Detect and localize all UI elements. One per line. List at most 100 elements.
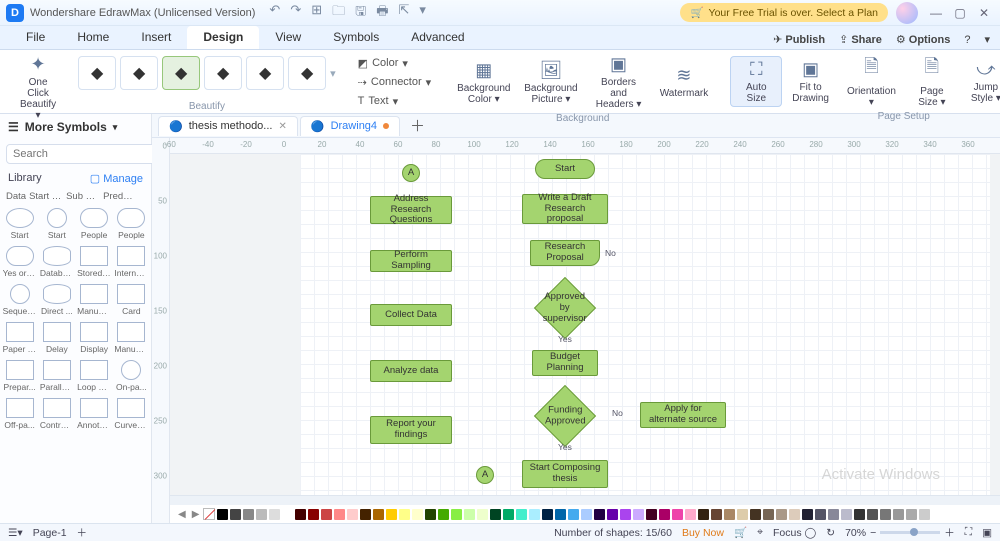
color-swatch[interactable] — [321, 509, 332, 520]
color-swatch[interactable] — [633, 509, 644, 520]
color-swatch[interactable] — [672, 509, 683, 520]
auto-size-button[interactable]: ⛶AutoSize — [730, 56, 782, 107]
shape-item[interactable]: Annota... — [77, 396, 112, 432]
color-swatch[interactable] — [347, 509, 358, 520]
refresh-icon[interactable]: ↻ — [826, 527, 835, 539]
color-swatch[interactable] — [724, 509, 735, 520]
menu-insert[interactable]: Insert — [125, 26, 187, 49]
theme-1[interactable]: ◆ — [78, 56, 116, 90]
publish-link[interactable]: ✈ Publish — [773, 33, 825, 46]
color-swatch[interactable] — [711, 509, 722, 520]
page-size-button[interactable]: 🗎PageSize ▾ — [906, 52, 958, 110]
fit-drawing-button[interactable]: ▣Fit toDrawing — [784, 57, 837, 106]
cat-subpro[interactable]: Sub Pro... — [66, 191, 100, 202]
menu-symbols[interactable]: Symbols — [317, 26, 395, 49]
export-icon[interactable]: ⇱ — [399, 2, 410, 24]
connector-button[interactable]: ⇢ Connector ▾ — [354, 74, 436, 91]
node-write-draft[interactable]: Write a Draft Research proposal — [522, 194, 608, 224]
redo-icon[interactable]: ↷ — [290, 2, 301, 24]
color-swatch[interactable] — [659, 509, 670, 520]
zoom-in-button[interactable]: ＋ — [944, 525, 955, 540]
color-swatch[interactable] — [880, 509, 891, 520]
cat-data[interactable]: Data — [6, 191, 26, 202]
color-swatch[interactable] — [607, 509, 618, 520]
horizontal-scrollbar[interactable] — [170, 495, 1000, 505]
color-swatch[interactable] — [256, 509, 267, 520]
color-swatch[interactable] — [295, 509, 306, 520]
color-swatch[interactable] — [646, 509, 657, 520]
color-swatch[interactable] — [815, 509, 826, 520]
node-alternate-source[interactable]: Apply for alternate source — [640, 402, 726, 428]
shape-item[interactable]: People — [77, 206, 112, 242]
shape-item[interactable]: Start — [39, 206, 74, 242]
add-page-button[interactable]: ＋ — [77, 525, 88, 540]
shape-item[interactable]: Database — [39, 244, 74, 280]
color-swatch[interactable] — [386, 509, 397, 520]
tab-drawing4[interactable]: 🔵 Drawing4 — [300, 116, 400, 136]
buy-now-link[interactable]: Buy Now — [682, 527, 724, 539]
shape-item[interactable]: On-pa... — [114, 358, 149, 394]
shape-item[interactable]: Prepar... — [2, 358, 37, 394]
color-swatch[interactable] — [737, 509, 748, 520]
node-connector-a-bottom[interactable]: A — [476, 466, 494, 484]
save-icon[interactable]: 🖫 — [355, 2, 366, 24]
color-swatch[interactable] — [516, 509, 527, 520]
share-link[interactable]: ⇪ Share — [839, 33, 882, 46]
close-button[interactable]: ✕ — [974, 6, 994, 20]
more-icon[interactable]: ▾ — [419, 2, 426, 24]
collapse-ribbon-icon[interactable]: ▾ — [984, 33, 990, 46]
node-compose-thesis[interactable]: Start Composing thesis — [522, 460, 608, 488]
menu-view[interactable]: View — [259, 26, 317, 49]
node-start[interactable]: Start — [535, 159, 595, 179]
color-swatch[interactable] — [776, 509, 787, 520]
color-swatch[interactable] — [477, 509, 488, 520]
color-swatch[interactable] — [802, 509, 813, 520]
background-picture-button[interactable]: 🖼BackgroundPicture ▾ — [518, 58, 583, 107]
print-icon[interactable]: 🖶 — [376, 2, 388, 24]
color-swatch[interactable] — [542, 509, 553, 520]
orientation-button[interactable]: 🗎Orientation▾ — [839, 52, 904, 110]
pages-menu-icon[interactable]: ☰▾ — [8, 527, 23, 539]
shape-item[interactable]: Display — [77, 320, 112, 356]
undo-icon[interactable]: ↶ — [269, 2, 280, 24]
color-button[interactable]: ◩ Color ▾ — [354, 55, 436, 72]
text-button[interactable]: T Text ▾ — [354, 93, 436, 110]
node-connector-a-top[interactable]: A — [402, 164, 420, 182]
color-swatch[interactable] — [217, 509, 228, 520]
zoom-out-button[interactable]: − — [870, 527, 876, 539]
shape-item[interactable]: Yes or No — [2, 244, 37, 280]
node-research-proposal[interactable]: Research Proposal — [530, 240, 600, 266]
menu-design[interactable]: Design — [187, 26, 259, 49]
node-decision-supervisor[interactable]: Approved by supervisor — [534, 277, 596, 339]
color-swatch[interactable] — [334, 509, 345, 520]
cat-predef[interactable]: Predefi... — [103, 191, 137, 202]
close-icon[interactable]: ✕ — [278, 121, 286, 132]
shape-item[interactable]: Start — [2, 206, 37, 242]
color-swatch[interactable] — [789, 509, 800, 520]
borders-headers-button[interactable]: ▣Borders andHeaders ▾ — [585, 52, 651, 112]
avatar[interactable] — [896, 2, 918, 24]
cart-icon[interactable]: 🛒 — [734, 526, 747, 539]
color-swatch[interactable] — [373, 509, 384, 520]
color-swatch[interactable] — [750, 509, 761, 520]
fit-page-icon[interactable]: ⛶ — [965, 526, 972, 539]
shape-item[interactable]: People — [114, 206, 149, 242]
shape-item[interactable]: Loop Li... — [77, 358, 112, 394]
options-link[interactable]: ⚙ Options — [896, 33, 950, 46]
node-address-questions[interactable]: Address Research Questions — [370, 196, 452, 224]
color-swatch[interactable] — [841, 509, 852, 520]
shape-item[interactable]: Delay — [39, 320, 74, 356]
theme-3[interactable]: ◆ — [162, 56, 200, 90]
shape-item[interactable]: Parallel... — [39, 358, 74, 394]
maximize-button[interactable]: ▢ — [950, 6, 970, 20]
color-swatch[interactable] — [854, 509, 865, 520]
tab-thesis[interactable]: 🔵 thesis methodo... ✕ — [158, 116, 298, 136]
color-swatch[interactable] — [243, 509, 254, 520]
menu-home[interactable]: Home — [61, 26, 125, 49]
color-swatch[interactable] — [581, 509, 592, 520]
one-click-beautify-button[interactable]: ✦ One ClickBeautify ▾ — [12, 52, 64, 123]
color-swatch[interactable] — [919, 509, 930, 520]
cat-start[interactable]: Start or... — [29, 191, 63, 202]
node-analyze-data[interactable]: Analyze data — [370, 360, 452, 382]
color-swatch[interactable] — [360, 509, 371, 520]
